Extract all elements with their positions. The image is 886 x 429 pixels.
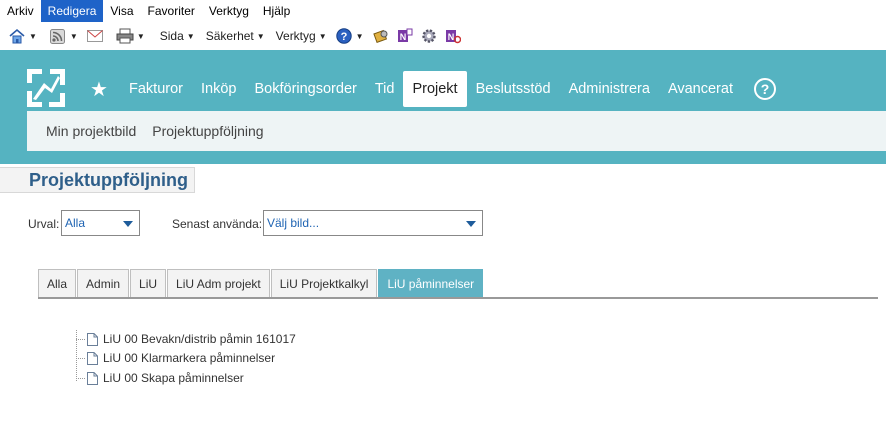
tab-liu-projektkalkyl[interactable]: LiU Projektkalkyl: [270, 269, 378, 298]
app-logo-icon[interactable]: [27, 69, 65, 107]
nav-beslutsstod[interactable]: Beslutsstöd: [467, 71, 560, 107]
safety-menu-button[interactable]: Säkerhet ▼: [200, 24, 268, 48]
report-tabs: Alla Admin LiU LiU Adm projekt LiU Proje…: [38, 269, 484, 298]
onenote-linked-icon: N: [444, 27, 462, 45]
help-button[interactable]: ? ▼: [332, 24, 367, 48]
nav-avancerat[interactable]: Avancerat: [659, 71, 742, 107]
menu-arkiv[interactable]: Arkiv: [0, 0, 41, 22]
help-icon: ?: [335, 27, 353, 45]
chevron-down-icon: ▼: [186, 31, 195, 41]
chevron-down-icon[interactable]: ▼: [137, 32, 145, 41]
nav-inkop[interactable]: Inköp: [192, 71, 245, 107]
menu-verktyg[interactable]: Verktyg: [202, 0, 256, 22]
menu-redigera[interactable]: Redigera: [40, 0, 104, 22]
list-item[interactable]: LiU 00 Bevakn/distrib påmin 161017: [76, 330, 296, 348]
page-title: Projektuppföljning: [29, 170, 188, 190]
urval-label: Urval:: [28, 217, 60, 231]
tree-item-label: LiU 00 Klarmarkera påminnelser: [103, 351, 276, 365]
document-icon: [87, 332, 98, 346]
nav-projekt[interactable]: Projekt: [403, 71, 467, 107]
settings-gear-icon: [420, 27, 438, 45]
menu-favoriter[interactable]: Favoriter: [141, 0, 202, 22]
star-icon[interactable]: ★: [86, 77, 112, 102]
settings-button[interactable]: [417, 24, 441, 48]
nav-bokforingsorder[interactable]: Bokföringsorder: [245, 71, 365, 107]
chevron-down-icon: [123, 221, 133, 227]
svg-text:?: ?: [340, 31, 347, 43]
svg-text:N: N: [447, 32, 454, 42]
tools-menu-button[interactable]: Verktyg ▼: [270, 24, 330, 48]
browser-command-bar: ▼ ▼ ▼ Sida ▼ Säkerhet ▼ Verktyg ▼ ? ▼ N …: [0, 22, 886, 50]
page-menu-label: Sida: [159, 29, 184, 43]
tab-liu-paminnelser[interactable]: LiU påminnelser: [378, 269, 484, 298]
tab-admin[interactable]: Admin: [77, 269, 130, 298]
nav-administrera[interactable]: Administrera: [560, 71, 659, 107]
home-icon: [8, 27, 26, 45]
chevron-down-icon: [466, 221, 476, 227]
chevron-down-icon: ▼: [318, 31, 327, 41]
subnav-min-projektbild[interactable]: Min projektbild: [46, 123, 136, 139]
onenote-icon: N: [396, 27, 414, 45]
tools-menu-label: Verktyg: [275, 29, 316, 43]
recent-views-select[interactable]: Välj bild...: [263, 210, 483, 236]
tab-liu-adm-projekt[interactable]: LiU Adm projekt: [167, 269, 270, 298]
research-icon: [372, 27, 390, 45]
onenote-linked-button[interactable]: N: [441, 24, 465, 48]
feeds-button[interactable]: ▼: [46, 24, 81, 48]
mail-icon: [86, 27, 104, 45]
feeds-icon: [49, 27, 67, 45]
app-header: ★ Fakturor Inköp Bokföringsorder Tid Pro…: [0, 50, 886, 164]
page-menu-button[interactable]: Sida ▼: [154, 24, 198, 48]
tab-divider: [38, 297, 878, 299]
menu-visa[interactable]: Visa: [103, 0, 140, 22]
tree-item-label: LiU 00 Bevakn/distrib påmin 161017: [103, 332, 296, 346]
svg-text:N: N: [399, 32, 406, 42]
safety-menu-label: Säkerhet: [205, 29, 254, 43]
document-icon: [87, 351, 98, 365]
print-button[interactable]: ▼: [113, 24, 148, 48]
research-button[interactable]: [369, 24, 393, 48]
chevron-down-icon[interactable]: ▼: [70, 32, 78, 41]
tab-alla[interactable]: Alla: [38, 269, 77, 298]
main-nav: ★ Fakturor Inköp Bokföringsorder Tid Pro…: [86, 71, 776, 107]
tab-liu[interactable]: LiU: [130, 269, 167, 298]
home-button[interactable]: ▼: [5, 24, 40, 48]
urval-select[interactable]: Alla: [61, 210, 140, 236]
nav-tid[interactable]: Tid: [366, 71, 404, 107]
subnav-projektuppfoljning[interactable]: Projektuppföljning: [152, 123, 263, 139]
tree-item-label: LiU 00 Skapa påminnelser: [103, 371, 244, 385]
recent-label: Senast använda:: [172, 217, 263, 231]
chevron-down-icon[interactable]: ▼: [356, 32, 364, 41]
chevron-down-icon[interactable]: ▼: [29, 32, 37, 41]
list-item[interactable]: LiU 00 Skapa påminnelser: [76, 369, 244, 387]
print-icon: [116, 27, 134, 45]
help-circle-icon[interactable]: ?: [753, 78, 776, 100]
browser-menu-bar: Arkiv Redigera Visa Favoriter Verktyg Hj…: [0, 0, 886, 22]
sub-nav: Min projektbild Projektuppföljning: [27, 111, 886, 151]
onenote-button[interactable]: N: [393, 24, 417, 48]
urval-value: Alla: [65, 216, 86, 230]
menu-hjalp[interactable]: Hjälp: [256, 0, 297, 22]
list-item[interactable]: LiU 00 Klarmarkera påminnelser: [76, 349, 275, 367]
recent-views-value: Välj bild...: [267, 216, 320, 230]
chevron-down-icon: ▼: [256, 31, 265, 41]
document-icon: [87, 371, 98, 385]
mail-button[interactable]: [83, 24, 107, 48]
nav-fakturor[interactable]: Fakturor: [120, 71, 192, 107]
